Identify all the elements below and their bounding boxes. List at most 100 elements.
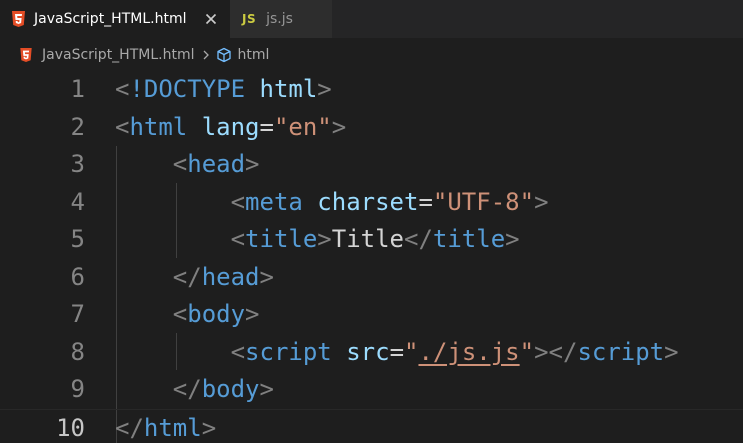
code-token: <: [230, 337, 246, 366]
code-line[interactable]: 7 <body>: [0, 296, 743, 334]
code-token: >: [505, 225, 520, 253]
breadcrumb-file[interactable]: JavaScript_HTML.html: [42, 47, 194, 63]
code-token: </: [404, 225, 433, 253]
code-token: title: [245, 225, 318, 253]
code-text: </body>: [115, 371, 274, 409]
close-icon[interactable]: [202, 10, 220, 28]
code-token: src: [346, 337, 390, 366]
code-token: <: [230, 225, 246, 253]
line-number: 1: [70, 75, 85, 103]
code-text: </html>: [115, 410, 216, 443]
code-token: </: [115, 413, 144, 442]
code-line[interactable]: 2 <html lang="en">: [0, 109, 743, 147]
code-token: >: [245, 300, 260, 328]
code-token: title: [432, 225, 506, 253]
code-token: head: [187, 150, 246, 178]
code-token: ./js.js: [418, 337, 520, 366]
code-editor[interactable]: 1 <!DOCTYPE html> 2 <html lang="en"> 3 <head…: [0, 71, 743, 443]
line-number: 6: [70, 262, 85, 291]
tab-javascript-html[interactable]: JavaScript_HTML.html: [0, 0, 230, 38]
code-token: </: [172, 375, 202, 403]
code-token: </: [172, 262, 202, 291]
code-text: <!DOCTYPE html>: [115, 71, 332, 109]
code-line[interactable]: 1 <!DOCTYPE html>: [0, 71, 743, 109]
tab-label: js.js: [266, 11, 293, 27]
code-token: html: [129, 112, 188, 141]
code-line[interactable]: 8 <script src="./js.js"></script>: [0, 334, 743, 372]
code-token: >: [259, 375, 274, 403]
code-token: body: [201, 375, 260, 403]
code-token: <: [115, 75, 130, 103]
code-token: ": [519, 337, 535, 366]
code-line[interactable]: 4 <meta charset="UTF-8">: [0, 184, 743, 222]
code-token: <: [172, 300, 188, 328]
code-token: ></: [534, 337, 578, 366]
line-number: 5: [70, 225, 85, 253]
code-token: >: [259, 262, 274, 291]
code-token: >: [664, 337, 679, 366]
code-token: ": [404, 337, 419, 366]
line-number: 8: [70, 337, 85, 366]
code-token: charset: [317, 187, 419, 216]
code-text: <meta charset="UTF-8">: [115, 184, 549, 222]
code-text: <head>: [115, 146, 260, 184]
code-token: =: [418, 187, 433, 216]
chevron-right-icon: [204, 50, 210, 59]
code-token: script: [245, 337, 332, 366]
code-text: <title>Title</title>: [115, 221, 520, 259]
html5-icon: [20, 47, 32, 62]
code-token: >: [317, 75, 332, 103]
code-token: lang: [201, 112, 260, 141]
code-text: <body>: [115, 296, 260, 334]
cube-icon: [217, 47, 232, 62]
code-line[interactable]: 6 </head>: [0, 259, 743, 297]
code-token: =: [259, 112, 274, 141]
code-token: "UTF-8": [432, 187, 535, 216]
code-token: <: [115, 112, 130, 141]
code-token: =: [389, 337, 405, 366]
editor-tab-bar: JavaScript_HTML.html JS js.js: [0, 0, 743, 38]
code-token: <: [172, 150, 188, 178]
line-number: 4: [70, 187, 85, 216]
line-number: 9: [70, 375, 85, 403]
code-text: </head>: [115, 259, 274, 297]
code-token: script: [577, 337, 665, 366]
code-token: <: [230, 187, 246, 216]
code-line[interactable]: 5 <title>Title</title>: [0, 221, 743, 259]
code-line[interactable]: 3 <head>: [0, 146, 743, 184]
code-token: html: [259, 75, 318, 103]
code-token: html: [143, 413, 202, 442]
code-line[interactable]: 9 </body>: [0, 371, 743, 409]
code-line[interactable]: 10 </html>: [0, 408, 743, 443]
code-text: <html lang="en">: [115, 109, 346, 147]
code-token: >: [245, 150, 260, 178]
code-token: Title: [331, 225, 404, 253]
tab-js-js[interactable]: JS js.js: [230, 0, 332, 38]
code-token: >: [201, 413, 217, 442]
tab-label: JavaScript_HTML.html: [34, 11, 187, 27]
code-token: head: [201, 262, 260, 291]
code-token: "en": [273, 112, 332, 141]
line-number: 3: [70, 150, 85, 178]
breadcrumb: JavaScript_HTML.html html: [0, 38, 743, 71]
line-number: 7: [70, 300, 85, 328]
code-token: !DOCTYPE: [129, 75, 246, 103]
code-token: >: [534, 187, 549, 216]
line-number: 2: [70, 112, 85, 141]
line-number: 10: [56, 413, 85, 442]
code-token: meta: [245, 187, 303, 216]
html5-icon: [12, 11, 25, 27]
code-token: >: [331, 112, 347, 141]
code-text: <script src="./js.js"></script>: [115, 334, 679, 372]
breadcrumb-symbol[interactable]: html: [237, 47, 269, 63]
code-token: body: [187, 300, 246, 328]
